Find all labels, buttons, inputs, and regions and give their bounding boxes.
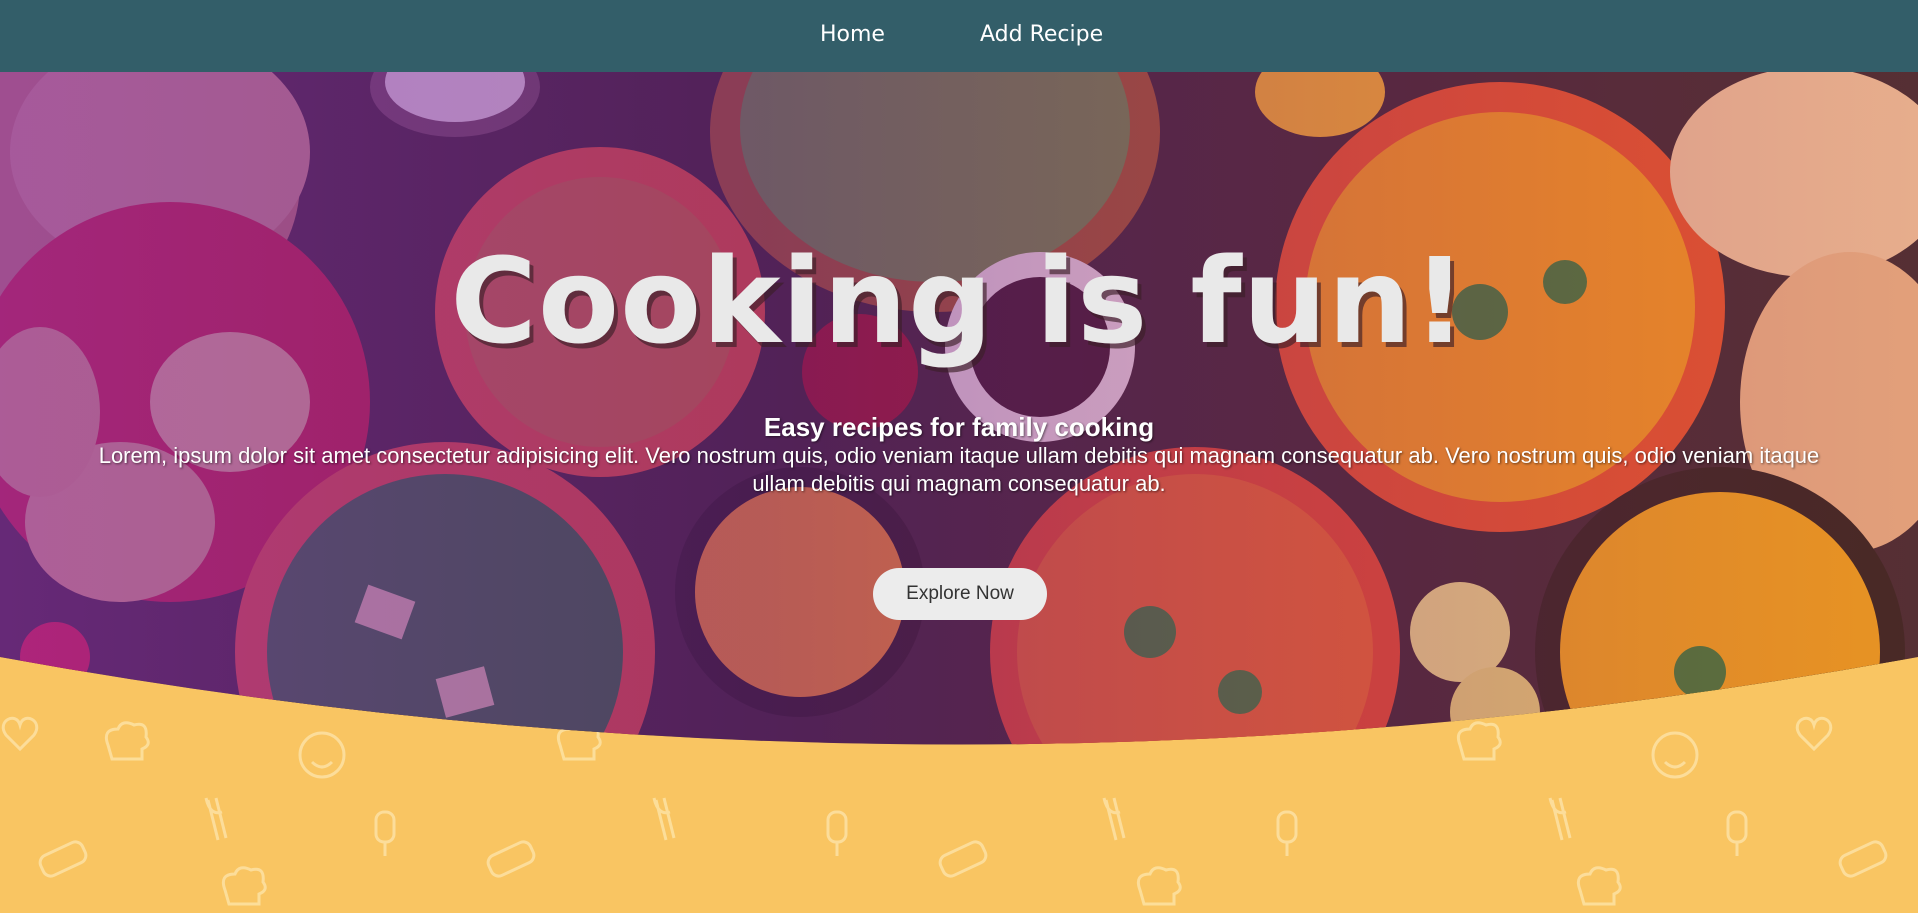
chef-hat-icon [1136, 866, 1182, 906]
popsicle-icon [1276, 810, 1298, 856]
sandwich-icon [38, 840, 88, 878]
popsicle-icon [826, 810, 848, 856]
popsicle-icon [374, 810, 396, 856]
top-navbar: Home Add Recipe [0, 0, 1918, 72]
popsicle-icon [1726, 810, 1748, 856]
sandwich-icon [938, 840, 988, 878]
hero-section: Cooking is fun! Easy recipes for family … [0, 72, 1918, 772]
nav-link-home[interactable]: Home [820, 22, 885, 47]
fork-icon [652, 797, 676, 841]
explore-now-button[interactable]: Explore Now [873, 568, 1047, 620]
hero-description: Lorem, ipsum dolor sit amet consectetur … [98, 443, 1820, 496]
chef-hat-icon [1576, 866, 1622, 906]
hero-title: Cooking is fun! [450, 232, 1468, 370]
sandwich-icon [1838, 840, 1888, 878]
hero-subtitle: Easy recipes for family cooking [763, 412, 1155, 442]
fork-icon [204, 797, 228, 841]
fork-icon [1102, 797, 1126, 841]
fork-icon [1548, 797, 1572, 841]
nav-link-add-recipe[interactable]: Add Recipe [980, 22, 1103, 47]
chef-hat-icon [221, 866, 267, 906]
sandwich-icon [486, 840, 536, 878]
